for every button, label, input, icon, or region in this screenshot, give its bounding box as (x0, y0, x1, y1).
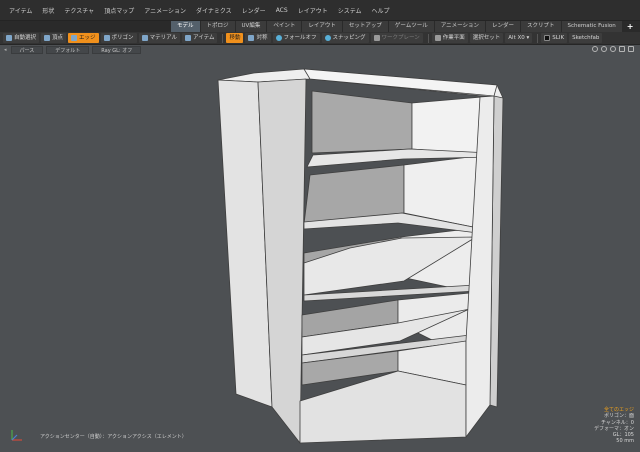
layout-tab[interactable]: モデル (171, 21, 201, 32)
vertex-icon (44, 35, 51, 41)
layout-tab[interactable]: ゲームツール (388, 21, 435, 32)
polygon-icon (103, 35, 110, 41)
falloff-icon (275, 35, 282, 41)
info-grid-size: 50 mm (616, 438, 634, 445)
toolbar-button[interactable]: 頂点 (41, 33, 67, 43)
snapping-icon (324, 35, 331, 41)
menu-item[interactable]: アニメーション (139, 6, 191, 15)
layout-tab[interactable]: セットアップ (342, 21, 389, 32)
toolbar-button[interactable]: フォールオフ (272, 33, 320, 43)
menu-item[interactable]: アイテム (4, 6, 37, 15)
layout-tab[interactable]: スクリプト (521, 21, 562, 32)
action-center-status: アクションセンター（自動）：アクションアクシス（エレメント） (40, 434, 187, 440)
toolbar-button-label: 選択セット (472, 35, 501, 41)
toolbar-button[interactable]: マテリアル (138, 33, 181, 43)
bookshelf-model[interactable] (0, 45, 640, 452)
toolbar-button[interactable]: ポリゴン (100, 33, 137, 43)
toolbar: 自動選択 頂点 エッジ ポリゴン マテリアル アイテム 移動 対称 フォールオフ スナッピング ワー… (0, 32, 640, 45)
menu-bar: アイテム 形状 テクスチャ 頂点マップ アニメーション ダイナミクス レンダー ACS レイアウ… (0, 0, 640, 21)
toolbar-button[interactable]: Alt X0 ▾ (505, 33, 533, 43)
workplane-icon (373, 35, 380, 41)
toolbar-button-label: ポリゴン (111, 35, 134, 41)
toolbar-button-label: フォールオフ (283, 35, 317, 41)
layout-tab-bar: モデル トポロジ UV編集 ペイント レイアウト セットアップ ゲームツール アニメーションレ… (0, 21, 640, 32)
toolbar-button-label: 移動 (229, 35, 241, 41)
menu-item[interactable]: テクスチャ (59, 6, 99, 15)
item-icon (185, 35, 192, 41)
toolbar-button-label: マテリアル (149, 35, 178, 41)
toolbar-button-label: エッジ (79, 35, 96, 41)
add-tab-button[interactable]: + (623, 21, 638, 32)
toolbar-button[interactable]: ワークプレーン (370, 33, 423, 43)
menu-item[interactable]: ACS (271, 7, 293, 14)
toolbar-separator (427, 33, 429, 43)
toolbar-button[interactable]: 自動選択 (3, 33, 40, 43)
layout-tab[interactable]: レンダー (486, 21, 522, 32)
auto-select-icon (6, 35, 12, 41)
layout-tab[interactable]: Schematic Fusion (561, 21, 623, 32)
toolbar-button-label: スナッピング (332, 35, 366, 41)
symmetry-icon (248, 35, 255, 41)
toolbar-button[interactable]: エッジ (68, 33, 99, 43)
toolbar-button-label: 自動選択 (14, 35, 37, 41)
menu-item[interactable]: ヘルプ (367, 6, 395, 15)
toolbar-button[interactable]: Sketchfab (569, 33, 603, 43)
menu-item[interactable]: 頂点マップ (99, 6, 139, 15)
toolbar-button-label: Alt X0 ▾ (508, 35, 530, 41)
toolbar-button-label: 対称 (256, 35, 268, 41)
layout-tab[interactable]: UV編集 (235, 21, 268, 32)
toolbar-button-label: ワークプレーン (381, 35, 420, 41)
toolbar-button-label: アイテム (193, 35, 215, 41)
layout-tabstrip: モデル トポロジ UV編集 ペイント レイアウト セットアップ ゲームツール アニメーションレ… (171, 21, 637, 32)
toolbar-button[interactable]: 移動 (226, 33, 244, 43)
work-plane-icon (434, 35, 441, 41)
toolbar-button[interactable]: アイテム (182, 33, 218, 43)
layout-tab[interactable]: ペイント (267, 21, 303, 32)
layout-tab[interactable]: アニメーション (434, 21, 486, 32)
menu-item[interactable]: レイアウト (293, 6, 333, 15)
toolbar-separator (222, 33, 224, 43)
layout-tab[interactable]: レイアウト (302, 21, 343, 32)
slik-icon (544, 35, 551, 41)
material-icon (141, 35, 148, 41)
bookshelf-back-wall-upper (311, 90, 413, 154)
toolbar-button[interactable]: 対称 (245, 33, 271, 43)
layout-tab[interactable]: トポロジ (200, 21, 236, 32)
toolbar-button[interactable]: 作業平面 (431, 33, 468, 43)
menu-item[interactable]: レンダー (237, 6, 271, 15)
menu-item[interactable]: ダイナミクス (191, 6, 237, 15)
3d-viewport[interactable]: ◂ パース デフォルト Ray GL: オフ アクションセンター（自動）：アクシ… (0, 45, 640, 452)
viewport-info-panel: 全てのエッジ ポリゴン：面 チャンネル：0 デフォーマ：オン GL：105 50… (594, 407, 634, 445)
edge-icon (71, 35, 78, 41)
toolbar-separator (537, 33, 539, 43)
toolbar-button[interactable]: 選択セット (469, 33, 504, 43)
toolbar-button-label: 頂点 (52, 35, 64, 41)
toolbar-button-label: Sketchfab (572, 35, 600, 41)
menu-item[interactable]: 形状 (37, 6, 59, 15)
toolbar-button[interactable]: スナッピング (321, 33, 369, 43)
bookshelf-top-beam (303, 68, 498, 97)
toolbar-button[interactable]: SLIK (541, 33, 568, 43)
toolbar-button-label: 作業平面 (442, 35, 465, 41)
axis-gizmo-icon (11, 430, 22, 441)
menu-item[interactable]: システム (333, 6, 367, 15)
toolbar-button-label: SLIK (552, 35, 565, 41)
